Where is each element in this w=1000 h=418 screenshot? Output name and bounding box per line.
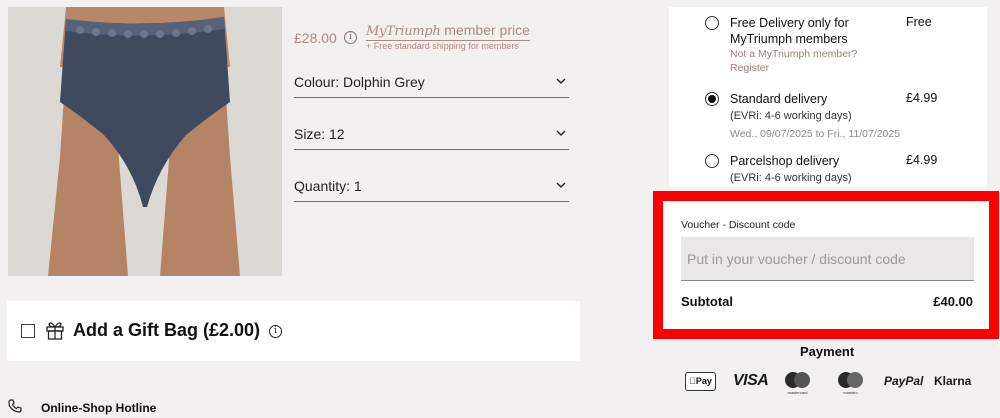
online-shop-hotline[interactable]: Online-Shop Hotline: [41, 401, 156, 415]
delivery-radio-parcelshop[interactable]: [705, 154, 719, 168]
chevron-down-icon: [556, 182, 566, 188]
voucher-label: Voucher - Discount code: [681, 219, 796, 231]
product-image: [8, 7, 282, 276]
svg-text:mastercard: mastercard: [787, 390, 807, 395]
size-select[interactable]: Size: 12: [294, 124, 569, 150]
colour-select[interactable]: Colour: Dolphin Grey: [294, 72, 569, 98]
product-price: £28.00: [294, 30, 337, 46]
klarna-icon: Klarna: [934, 374, 972, 388]
delivery-parcelshop-price: £4.99: [906, 153, 938, 167]
member-price-label: member price: [444, 22, 530, 38]
quantity-select-label: Quantity: 1: [294, 178, 362, 194]
mastercard-icon: mastercard: [785, 372, 810, 395]
delivery-parcelshop-title: Parcelshop delivery: [730, 154, 840, 168]
delivery-standard-carrier: (EVRi: 4-6 working days): [730, 110, 852, 122]
gift-bag-option: Add a Gift Bag (£2.00) i: [7, 301, 580, 361]
chevron-down-icon: [556, 78, 566, 84]
delivery-radio-standard[interactable]: [705, 92, 719, 106]
gift-bag-checkbox[interactable]: [21, 324, 35, 338]
phone-icon: [8, 399, 22, 413]
member-shipping-note: + Free standard shipping for members: [366, 41, 519, 51]
register-prompt-text[interactable]: Not a MyTriumph member?: [730, 48, 857, 61]
delivery-options: Free Delivery only for MyTriumph members…: [669, 7, 987, 187]
delivery-standard-date: Wed., 09/07/2025 to Fri., 11/07/2025: [730, 128, 901, 140]
delivery-free-price: Free: [906, 15, 932, 29]
delivery-free-title-line1: Free Delivery only for: [730, 16, 849, 30]
delivery-radio-free[interactable]: [705, 16, 719, 30]
paypal-icon: PayPal: [884, 374, 924, 388]
gift-icon: [46, 322, 64, 340]
delivery-free-title-line2: MyTriumph members: [730, 32, 848, 46]
mytriumph-logo-text: MyTriumph: [366, 24, 441, 39]
delivery-parcelshop-carrier: (EVRi: 4-6 working days): [730, 172, 852, 184]
price-row: £28.00 i MyTriumph member price + Free s…: [294, 16, 574, 52]
member-price-link[interactable]: MyTriumph member price: [366, 22, 530, 41]
voucher-section: Voucher - Discount code Subtotal £40.00: [653, 191, 999, 339]
subtotal-value: £40.00: [933, 294, 973, 309]
info-icon[interactable]: i: [344, 31, 357, 44]
svg-text:maestro: maestro: [843, 390, 858, 395]
payment-title: Payment: [800, 344, 855, 359]
colour-select-label: Colour: Dolphin Grey: [294, 74, 425, 90]
quantity-select[interactable]: Quantity: 1: [294, 176, 569, 202]
delivery-standard-title: Standard delivery: [730, 92, 828, 106]
register-link[interactable]: Register: [730, 62, 769, 75]
payment-methods: Pay VISA mastercard maestro PayPal Klar…: [685, 368, 985, 396]
apple-pay-icon: Pay: [685, 372, 716, 391]
chevron-down-icon: [556, 130, 566, 136]
voucher-code-input[interactable]: [681, 237, 974, 281]
subtotal-label: Subtotal: [681, 294, 733, 309]
maestro-icon: maestro: [838, 372, 863, 395]
gift-bag-label[interactable]: Add a Gift Bag (£2.00): [73, 320, 260, 341]
size-select-label: Size: 12: [294, 126, 345, 142]
visa-icon: VISA: [733, 372, 769, 389]
delivery-standard-price: £4.99: [906, 91, 938, 105]
info-icon[interactable]: i: [269, 325, 282, 338]
